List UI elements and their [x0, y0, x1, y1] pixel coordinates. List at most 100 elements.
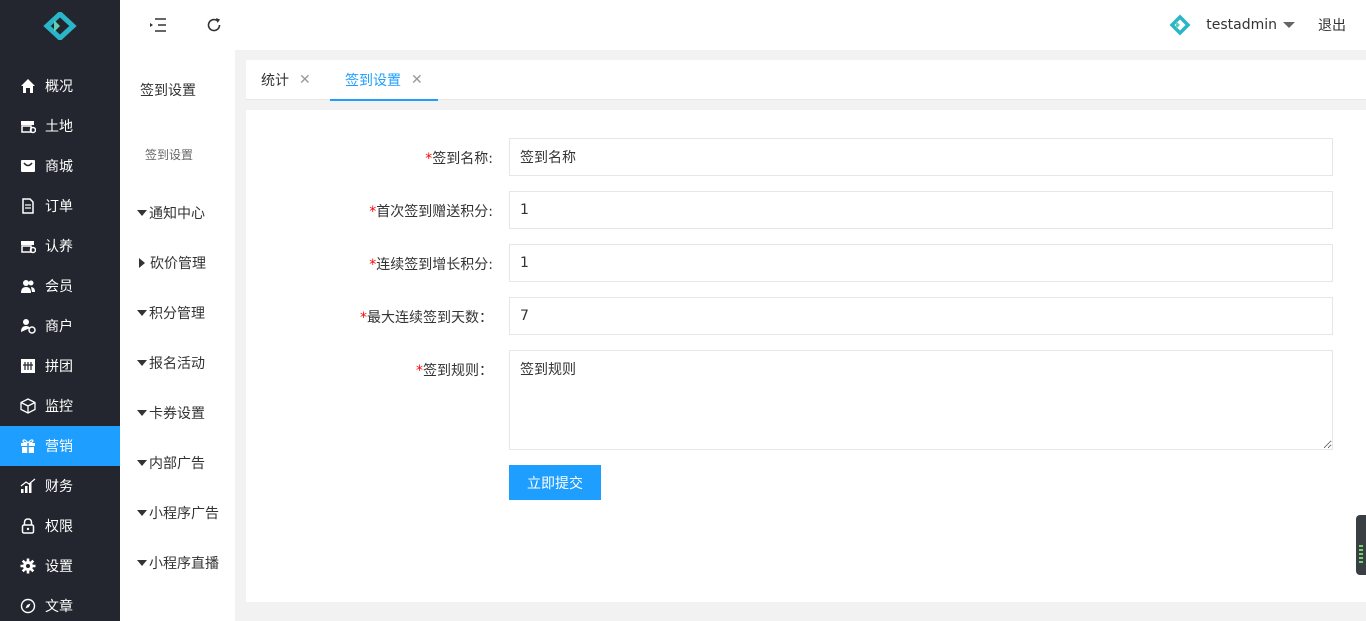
submit-button[interactable]: 立即提交	[509, 465, 601, 500]
subnav-group-miniprogram-live[interactable]: 小程序直播	[137, 553, 219, 573]
caret-down-icon	[137, 410, 147, 416]
subnav-group-label: 卡券设置	[149, 406, 205, 422]
close-icon[interactable]: ✕	[299, 72, 311, 88]
group-icon	[20, 358, 36, 374]
user-avatar-icon[interactable]	[1169, 14, 1191, 36]
chevron-down-icon[interactable]	[1283, 22, 1295, 28]
subnav-group-label: 通知中心	[149, 206, 205, 222]
caret-down-icon	[137, 560, 147, 566]
merchant-icon	[20, 318, 36, 334]
form-label: *首次签到赠送积分:	[369, 204, 493, 220]
form-label: *签到规则：	[416, 363, 493, 379]
sidebar-item-label: 概况	[45, 79, 73, 95]
sidebar-item-label: 营销	[45, 439, 73, 455]
sidebar-item-label: 设置	[45, 559, 73, 575]
sidebar-item-label: 订单	[45, 199, 73, 215]
sidebar-item-adopt[interactable]: 认养	[0, 226, 120, 266]
users-icon	[20, 278, 36, 294]
tab-label: 签到设置	[345, 73, 401, 89]
collapse-menu-button[interactable]	[148, 15, 168, 35]
caret-down-icon	[137, 310, 147, 316]
top-header: testadmin 退出	[120, 0, 1366, 50]
indent-icon	[150, 18, 166, 32]
tab-checkin-settings[interactable]: 签到设置 ✕	[330, 60, 438, 101]
streak-increment-points-input[interactable]	[509, 244, 1333, 282]
main-nav: 概况 土地 商城 订单 认养 会员 商户 拼团 监控 营销 财务 权限 设置 文…	[0, 66, 120, 621]
sidebar-item-monitor[interactable]: 监控	[0, 386, 120, 426]
subnav-group-label: 内部广告	[149, 456, 205, 472]
logout-link[interactable]: 退出	[1318, 15, 1346, 35]
checkin-settings-form: *签到名称: *首次签到赠送积分: *连续签到增长积分: *最大连续签到天数： …	[246, 110, 1366, 602]
sidebar-item-label: 会员	[45, 279, 73, 295]
sidebar-item-label: 土地	[45, 119, 73, 135]
sidebar-item-permissions[interactable]: 权限	[0, 506, 120, 546]
subnav-group-label: 砍价管理	[150, 256, 206, 272]
lock-icon	[20, 518, 36, 534]
form-label: *签到名称:	[425, 151, 493, 167]
sidebar-item-label: 监控	[45, 399, 73, 415]
subnav-group-internal-ads[interactable]: 内部广告	[137, 453, 205, 473]
caret-down-icon	[137, 510, 147, 516]
gear-icon	[20, 558, 36, 574]
subnav-group-label: 积分管理	[149, 306, 205, 322]
max-streak-days-input[interactable]	[509, 297, 1333, 335]
subnav-group-registration[interactable]: 报名活动	[137, 353, 205, 373]
sidebar-item-orders[interactable]: 订单	[0, 186, 120, 226]
subnav-group-label: 小程序直播	[149, 556, 219, 572]
app-logo[interactable]	[0, 0, 120, 52]
document-icon	[20, 198, 36, 214]
first-checkin-points-input[interactable]	[509, 191, 1333, 229]
form-label: *最大连续签到天数：	[360, 310, 493, 326]
username[interactable]: testadmin	[1206, 17, 1277, 33]
sidebar-item-label: 拼团	[45, 359, 73, 375]
mall-icon	[20, 158, 36, 174]
sidebar-item-label: 认养	[45, 239, 73, 255]
subnav-group-notification-center[interactable]: 通知中心	[137, 203, 205, 223]
sidebar-item-members[interactable]: 会员	[0, 266, 120, 306]
user-area: testadmin 退出	[1169, 0, 1346, 50]
store-icon	[20, 238, 36, 254]
main-sidebar: 概况 土地 商城 订单 认养 会员 商户 拼团 监控 营销 财务 权限 设置 文…	[0, 0, 120, 621]
store-icon	[20, 118, 36, 134]
sidebar-item-label: 商城	[45, 159, 73, 175]
caret-right-icon	[139, 258, 145, 268]
page-tabs: 统计 ✕ 签到设置 ✕	[246, 60, 1366, 101]
close-icon[interactable]: ✕	[411, 72, 423, 88]
home-icon	[20, 78, 36, 94]
tab-label: 统计	[261, 73, 289, 89]
refresh-icon	[207, 18, 221, 32]
checkin-name-input[interactable]	[509, 138, 1333, 176]
subnav-title: 签到设置	[140, 83, 196, 99]
chart-icon	[20, 478, 36, 494]
sidebar-item-merchants[interactable]: 商户	[0, 306, 120, 346]
subnav-group-coupons[interactable]: 卡券设置	[137, 403, 205, 423]
sidebar-item-marketing[interactable]: 营销	[0, 426, 120, 466]
caret-down-icon	[137, 460, 147, 466]
secondary-sidebar: 签到设置 签到设置 通知中心 砍价管理 积分管理 报名活动 卡券设置 内部广告 …	[120, 50, 235, 621]
caret-down-icon	[137, 360, 147, 366]
compass-icon	[20, 598, 36, 614]
brand-logo-icon	[43, 12, 77, 40]
sidebar-item-overview[interactable]: 概况	[0, 66, 120, 106]
subnav-group-miniprogram-ads[interactable]: 小程序广告	[137, 503, 219, 523]
subnav-group-points[interactable]: 积分管理	[137, 303, 205, 323]
sidebar-item-mall[interactable]: 商城	[0, 146, 120, 186]
tab-statistics[interactable]: 统计 ✕	[261, 60, 311, 100]
gift-icon	[20, 438, 36, 454]
sidebar-item-label: 财务	[45, 479, 73, 495]
floating-widget[interactable]	[1356, 515, 1366, 575]
sidebar-item-land[interactable]: 土地	[0, 106, 120, 146]
sidebar-item-articles[interactable]: 文章	[0, 586, 120, 621]
checkin-rules-textarea[interactable]: 签到规则	[509, 350, 1333, 450]
sidebar-item-label: 商户	[45, 319, 73, 335]
sidebar-item-label: 文章	[45, 599, 73, 615]
subnav-group-label: 报名活动	[149, 356, 205, 372]
sidebar-item-group-buy[interactable]: 拼团	[0, 346, 120, 386]
subnav-item-checkin-settings[interactable]: 签到设置	[145, 146, 193, 163]
subnav-group-bargain[interactable]: 砍价管理	[137, 253, 206, 273]
subnav-group-label: 小程序广告	[149, 506, 219, 522]
sidebar-item-settings[interactable]: 设置	[0, 546, 120, 586]
cube-icon	[20, 398, 36, 414]
sidebar-item-finance[interactable]: 财务	[0, 466, 120, 506]
refresh-button[interactable]	[204, 15, 224, 35]
